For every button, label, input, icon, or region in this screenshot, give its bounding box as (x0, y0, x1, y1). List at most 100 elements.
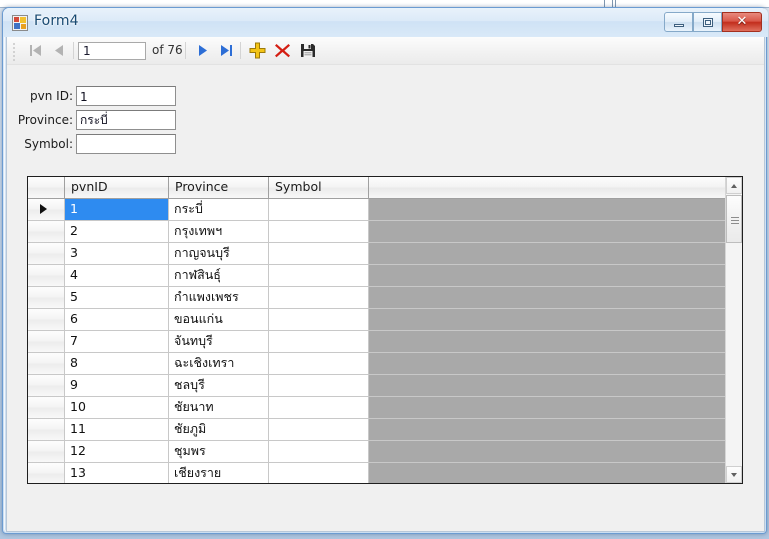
cell-symbol[interactable] (269, 353, 369, 374)
cell-province[interactable]: เชียงราย (169, 463, 269, 483)
table-row[interactable]: 6 ขอนแก่น (28, 309, 742, 331)
table-row[interactable]: 9 ชลบุรี (28, 375, 742, 397)
cell-pvnid[interactable]: 10 (65, 397, 169, 418)
move-first-button[interactable] (25, 40, 46, 61)
move-last-icon (221, 45, 232, 56)
cell-symbol[interactable] (269, 463, 369, 483)
table-row[interactable]: 1 กระบี่ (28, 199, 742, 221)
cell-pvnid[interactable]: 2 (65, 221, 169, 242)
row-header[interactable] (28, 265, 65, 286)
grid-header-row: pvnID Province Symbol (28, 177, 742, 199)
column-header-symbol[interactable]: Symbol (269, 177, 369, 198)
cell-symbol[interactable] (269, 243, 369, 264)
row-header[interactable] (28, 243, 65, 264)
delete-icon (275, 44, 290, 58)
cell-province[interactable]: ชุมพร (169, 441, 269, 462)
scroll-down-button[interactable] (726, 466, 742, 483)
cell-symbol[interactable] (269, 441, 369, 462)
row-header[interactable] (28, 375, 65, 396)
move-previous-button[interactable] (49, 40, 70, 61)
toolbar-grip[interactable] (12, 43, 16, 61)
cell-pvnid[interactable]: 7 (65, 331, 169, 352)
row-header[interactable] (28, 397, 65, 418)
cell-province[interactable]: ฉะเชิงเทรา (169, 353, 269, 374)
row-header[interactable] (28, 441, 65, 462)
row-header[interactable] (28, 419, 65, 440)
column-header-pvnid[interactable]: pvnID (65, 177, 169, 198)
move-last-button[interactable] (216, 40, 237, 61)
cell-pvnid[interactable]: 4 (65, 265, 169, 286)
table-row[interactable]: 4 กาฬสินธุ์ (28, 265, 742, 287)
cell-province[interactable]: ชลบุรี (169, 375, 269, 396)
scroll-up-button[interactable] (726, 177, 742, 194)
cell-pvnid[interactable]: 3 (65, 243, 169, 264)
cell-pvnid[interactable]: 8 (65, 353, 169, 374)
table-row[interactable]: 13 เชียงราย (28, 463, 742, 483)
row-header-current[interactable] (28, 199, 65, 220)
grid-corner-header[interactable] (28, 177, 65, 198)
title-bar[interactable]: Form4 ✕ (3, 8, 768, 37)
cell-pvnid[interactable]: 9 (65, 375, 169, 396)
minimize-button[interactable] (664, 12, 693, 32)
cell-pvnid[interactable]: 11 (65, 419, 169, 440)
row-header[interactable] (28, 463, 65, 483)
cell-symbol[interactable] (269, 199, 369, 220)
cell-province[interactable]: กาญจนบุรี (169, 243, 269, 264)
row-header[interactable] (28, 309, 65, 330)
cell-symbol[interactable] (269, 287, 369, 308)
cell-symbol[interactable] (269, 265, 369, 286)
move-next-icon (199, 45, 207, 56)
form-client-area: 1 of 76 pvn ID: 1 Province: กระบี่ Symbo… (6, 37, 765, 532)
cell-province[interactable]: กรุงเทพฯ (169, 221, 269, 242)
cell-province[interactable]: กระบี่ (169, 199, 269, 220)
pvn-id-input[interactable] (76, 86, 176, 106)
cell-symbol[interactable] (269, 397, 369, 418)
cell-symbol[interactable] (269, 309, 369, 330)
cell-symbol[interactable] (269, 419, 369, 440)
cell-province[interactable]: ชัยนาท (169, 397, 269, 418)
scrollbar-thumb[interactable] (726, 195, 742, 243)
cell-province[interactable]: ชัยภูมิ (169, 419, 269, 440)
row-header[interactable] (28, 287, 65, 308)
form-window: Form4 ✕ 1 of 76 pvn ID: 1 Province: กระบ… (2, 7, 768, 534)
data-grid-view[interactable]: pvnID Province Symbol 1 กระบี่ 2 กรุงเทพ… (27, 176, 743, 484)
cell-pvnid[interactable]: 13 (65, 463, 169, 483)
chevron-up-icon (731, 184, 737, 188)
symbol-input[interactable] (76, 134, 176, 154)
table-row[interactable]: 7 จันทบุรี (28, 331, 742, 353)
cell-symbol[interactable] (269, 221, 369, 242)
maximize-button[interactable] (693, 12, 722, 32)
cell-symbol[interactable] (269, 375, 369, 396)
cell-pvnid[interactable]: 1 (65, 199, 169, 220)
grid-vertical-scrollbar[interactable] (725, 177, 742, 483)
cell-pvnid[interactable]: 12 (65, 441, 169, 462)
table-row[interactable]: 3 กาญจนบุรี (28, 243, 742, 265)
row-header[interactable] (28, 221, 65, 242)
add-new-icon (249, 42, 266, 59)
row-header[interactable] (28, 353, 65, 374)
cell-province[interactable]: จันทบุรี (169, 331, 269, 352)
cell-pvnid[interactable]: 6 (65, 309, 169, 330)
delete-button[interactable] (272, 40, 293, 61)
cell-province[interactable]: ขอนแก่น (169, 309, 269, 330)
save-button[interactable] (297, 40, 318, 61)
cell-province[interactable]: กาฬสินธุ์ (169, 265, 269, 286)
close-button[interactable]: ✕ (722, 12, 762, 32)
table-row[interactable]: 5 กำแพงเพชร (28, 287, 742, 309)
binding-navigator-toolbar: 1 of 76 (7, 37, 764, 65)
table-row[interactable]: 2 กรุงเทพฯ (28, 221, 742, 243)
table-row[interactable]: 10 ชัยนาท (28, 397, 742, 419)
window-title: Form4 (34, 13, 79, 29)
add-new-button[interactable] (247, 40, 268, 61)
position-input[interactable]: 1 (78, 42, 146, 60)
table-row[interactable]: 12 ชุมพร (28, 441, 742, 463)
cell-province[interactable]: กำแพงเพชร (169, 287, 269, 308)
table-row[interactable]: 8 ฉะเชิงเทรา (28, 353, 742, 375)
table-row[interactable]: 11 ชัยภูมิ (28, 419, 742, 441)
cell-symbol[interactable] (269, 331, 369, 352)
cell-pvnid[interactable]: 5 (65, 287, 169, 308)
row-header[interactable] (28, 331, 65, 352)
column-header-province[interactable]: Province (169, 177, 269, 198)
move-next-button[interactable] (192, 40, 213, 61)
province-input[interactable] (76, 110, 176, 130)
